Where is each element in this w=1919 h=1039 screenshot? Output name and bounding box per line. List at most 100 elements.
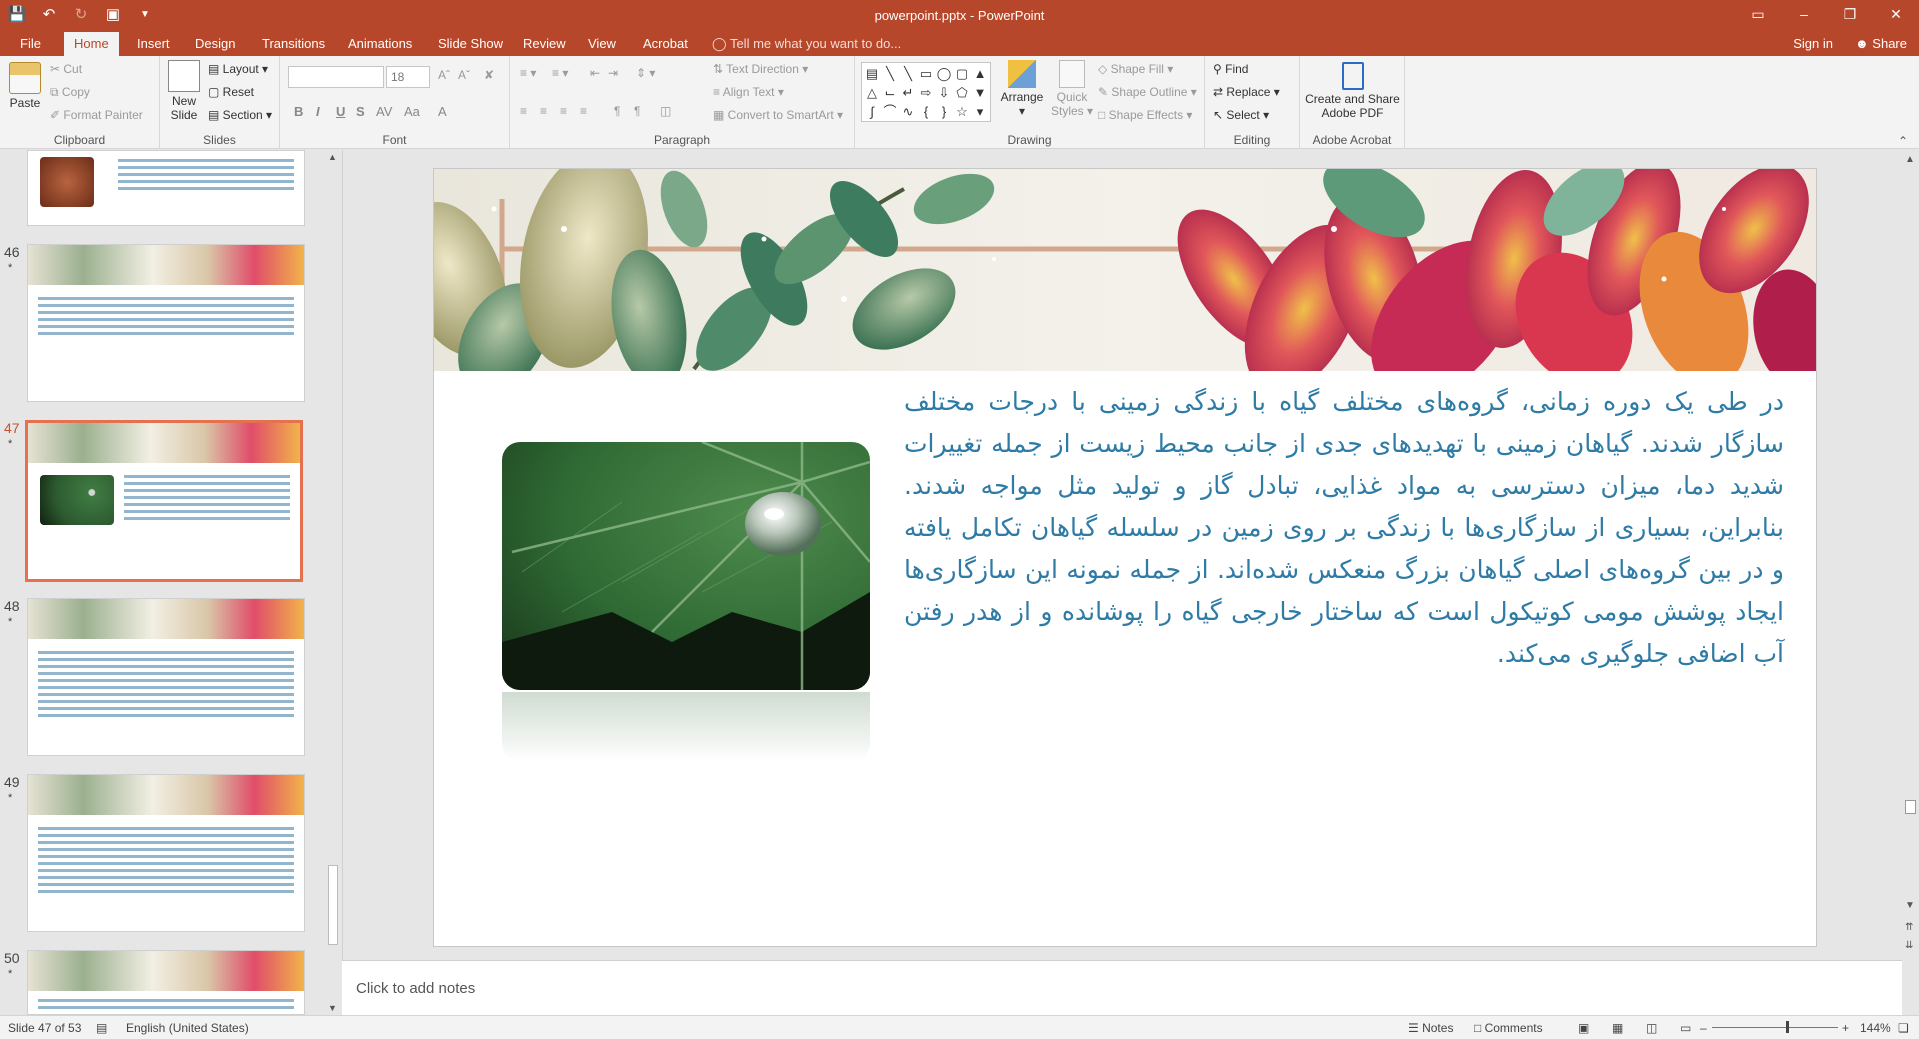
paste-button[interactable]: Paste — [8, 62, 42, 110]
change-case-icon[interactable]: Aa — [404, 104, 420, 119]
rtl-icon[interactable]: ¶ — [614, 104, 620, 118]
curved-connector-icon[interactable]: ↵ — [899, 83, 917, 102]
slide-thumbnail-45[interactable] — [27, 150, 305, 226]
font-name-input[interactable] — [288, 66, 384, 88]
slide-thumbnail-49[interactable] — [27, 774, 305, 932]
layout-button[interactable]: ▤ Layout ▾ — [208, 62, 268, 76]
zoom-slider-thumb[interactable] — [1786, 1021, 1789, 1033]
next-slide-icon[interactable]: ⇊ — [1905, 940, 1913, 951]
close-icon[interactable]: ✕ — [1873, 0, 1919, 30]
right-arrow-shape-icon[interactable]: ⇨ — [917, 83, 935, 102]
format-painter-button[interactable]: ✐ Format Painter — [50, 108, 143, 122]
slide-thumbnail-48[interactable] — [27, 598, 305, 756]
shape-outline-button[interactable]: ✎ Shape Outline ▾ — [1098, 85, 1197, 99]
quick-styles-button[interactable]: Quick Styles ▾ — [1051, 60, 1093, 118]
rectangle-shape-icon[interactable]: ▭ — [917, 64, 935, 83]
arrange-button[interactable]: Arrange ▾ — [999, 60, 1045, 118]
italic-icon[interactable]: I — [316, 104, 320, 119]
previous-slide-icon[interactable]: ⇈ — [1905, 922, 1913, 933]
oval-shape-icon[interactable]: ◯ — [935, 64, 953, 83]
triangle-shape-icon[interactable]: △ — [863, 83, 881, 102]
more-shapes-icon[interactable]: ▲ — [971, 64, 989, 83]
rounded-rect-shape-icon[interactable]: ▢ — [953, 64, 971, 83]
find-button[interactable]: ⚲ Find — [1213, 62, 1248, 76]
shape-fill-button[interactable]: ◇ Shape Fill ▾ — [1098, 62, 1173, 76]
down-arrow-shape-icon[interactable]: ⇩ — [935, 83, 953, 102]
slideshow-icon[interactable]: ▭ — [1680, 1021, 1691, 1035]
leaf-water-drop-photo[interactable] — [502, 442, 870, 690]
scroll-up-icon[interactable]: ▲ — [1905, 154, 1915, 165]
zoom-out-icon[interactable]: – — [1700, 1021, 1707, 1035]
zoom-in-icon[interactable]: + — [1842, 1021, 1849, 1035]
share-button[interactable]: ☻ Share — [1855, 32, 1907, 56]
tab-file[interactable]: File — [10, 32, 51, 56]
tab-acrobat[interactable]: Acrobat — [633, 32, 698, 56]
ltr-icon[interactable]: ¶ — [634, 104, 640, 118]
create-pdf-button[interactable]: Create and Share Adobe PDF — [1304, 62, 1401, 120]
bold-icon[interactable]: B — [294, 104, 303, 119]
sign-in-link[interactable]: Sign in — [1793, 32, 1833, 56]
reset-button[interactable]: ▢ Reset — [208, 85, 254, 99]
underline-icon[interactable]: U — [336, 104, 345, 119]
thumbnail-scrollbar[interactable]: ▲ ▼ — [326, 150, 340, 1015]
bullets-icon[interactable]: ≡ ▾ — [520, 66, 536, 80]
reading-view-icon[interactable]: ◫ — [1646, 1021, 1657, 1035]
tab-transitions[interactable]: Transitions — [252, 32, 335, 56]
text-direction-button[interactable]: ⇅ Text Direction ▾ — [713, 62, 808, 76]
line-shape-icon-2[interactable]: ╲ — [899, 64, 917, 83]
align-left-icon[interactable]: ≡ — [520, 104, 527, 118]
tab-animations[interactable]: Animations — [338, 32, 422, 56]
slide-thumbnail-47[interactable] — [25, 420, 303, 582]
convert-smartart-button[interactable]: ▦ Convert to SmartArt ▾ — [713, 108, 843, 122]
brace-right-icon[interactable]: } — [935, 102, 953, 121]
minimize-icon[interactable]: – — [1781, 0, 1827, 30]
current-slide[interactable]: در طی یک دوره زمانی، گروه‌های مختلف گیاه… — [434, 169, 1816, 946]
language-indicator[interactable]: English (United States) — [126, 1021, 249, 1035]
scroll-down-icon[interactable]: ▼ — [328, 1003, 337, 1013]
increase-font-icon[interactable]: Aˆ — [438, 68, 450, 82]
curve-shape-icon[interactable]: ∿ — [899, 102, 917, 121]
zoom-slider[interactable] — [1712, 1027, 1838, 1028]
scrollbar-thumb[interactable] — [1905, 800, 1916, 814]
shape-effects-button[interactable]: □ Shape Effects ▾ — [1098, 108, 1192, 122]
zoom-level[interactable]: 144% — [1860, 1021, 1891, 1035]
notes-toggle[interactable]: ☰ Notes — [1408, 1021, 1453, 1035]
freeform-shape-icon[interactable]: ∫ — [863, 102, 881, 121]
align-right-icon[interactable]: ≡ — [560, 104, 567, 118]
star-shape-icon[interactable]: ☆ — [953, 102, 971, 121]
justify-icon[interactable]: ≡ — [580, 104, 587, 118]
scrollbar-thumb[interactable] — [328, 865, 338, 945]
decrease-indent-icon[interactable]: ⇤ — [590, 66, 600, 80]
copy-button[interactable]: ⧉ Copy — [50, 85, 90, 100]
character-spacing-icon[interactable]: AV — [376, 104, 392, 119]
expand-gallery-icon[interactable]: ▾ — [971, 102, 989, 121]
line-shape-icon[interactable]: ╲ — [881, 64, 899, 83]
strikethrough-icon[interactable]: S — [356, 104, 365, 119]
textbox-shape-icon[interactable]: ▤ — [863, 64, 881, 83]
align-text-button[interactable]: ≡ Align Text ▾ — [713, 85, 784, 99]
slide-sorter-icon[interactable]: ▦ — [1612, 1021, 1623, 1035]
scroll-down-icon[interactable]: ▼ — [1905, 900, 1915, 911]
select-button[interactable]: ↖ Select ▾ — [1213, 108, 1269, 122]
numbering-icon[interactable]: ≡ ▾ — [552, 66, 568, 80]
tab-slide-show[interactable]: Slide Show — [428, 32, 513, 56]
font-color-icon[interactable]: A — [438, 104, 447, 119]
pentagon-shape-icon[interactable]: ⬠ — [953, 83, 971, 102]
columns-icon[interactable]: ◫ — [660, 104, 671, 118]
arc-shape-icon[interactable]: ⌒ — [881, 102, 899, 121]
clear-formatting-icon[interactable]: ✘ — [484, 68, 494, 82]
brace-left-icon[interactable]: { — [917, 102, 935, 121]
slide-body-text[interactable]: در طی یک دوره زمانی، گروه‌های مختلف گیاه… — [904, 381, 1784, 675]
shapes-gallery[interactable]: ▤ ╲ ╲ ▭ ◯ ▢ ▲ △ ⌙ ↵ ⇨ ⇩ ⬠ ▼ ∫ ⌒ ∿{} ☆ ▾ — [861, 62, 991, 122]
cut-button[interactable]: ✂ Cut — [50, 62, 82, 76]
decrease-font-icon[interactable]: Aˇ — [458, 68, 470, 82]
slide-thumbnail-50[interactable] — [27, 950, 305, 1015]
tab-insert[interactable]: Insert — [127, 32, 180, 56]
elbow-connector-icon[interactable]: ⌙ — [881, 83, 899, 102]
normal-view-icon[interactable]: ▣ — [1578, 1021, 1589, 1035]
slide-thumbnail-46[interactable] — [27, 244, 305, 402]
tab-home[interactable]: Home — [64, 32, 119, 56]
spell-check-icon[interactable]: ▤ — [96, 1021, 107, 1035]
ribbon-display-options-icon[interactable]: ▭ — [1735, 0, 1781, 30]
line-spacing-icon[interactable]: ⇕ ▾ — [636, 66, 655, 80]
